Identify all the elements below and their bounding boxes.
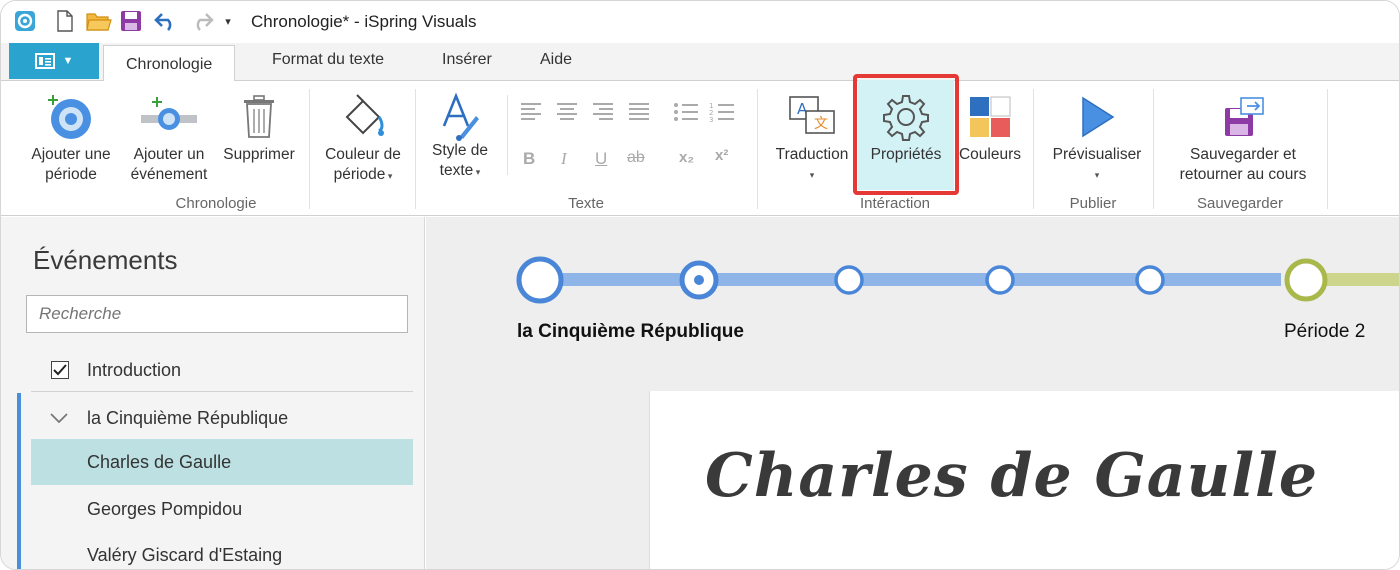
timeline-node-period-1[interactable]: [516, 256, 564, 304]
timeline-track: [516, 256, 1399, 304]
timeline-node-event[interactable]: [985, 265, 1015, 295]
timeline-node-event[interactable]: [834, 265, 864, 295]
list-item-group-cinquieme-republique[interactable]: la Cinquième République: [31, 395, 413, 441]
event-card-title: Charles de Gaulle: [705, 441, 1319, 511]
timeline-label-period-2: Période 2: [1284, 321, 1366, 342]
chevron-down-icon[interactable]: [49, 412, 69, 424]
timeline-node-event-selected[interactable]: [679, 260, 719, 300]
timeline-bar-period-1: [541, 273, 1281, 286]
timeline-node-period-2[interactable]: [1284, 258, 1328, 302]
list-item-georges-pompidou[interactable]: Georges Pompidou: [31, 486, 413, 532]
list-item-introduction[interactable]: Introduction: [31, 347, 413, 393]
app-window: ▾ Chronologie* - iSpring Visuals ▼ Chron…: [0, 0, 1400, 570]
group-accent-bar: [17, 393, 21, 569]
checkmark-icon: [53, 364, 67, 376]
list-divider: [31, 391, 413, 392]
list-item-valery-giscard[interactable]: Valéry Giscard d'Estaing: [31, 532, 413, 569]
timeline-label-period-1: la Cinquième République: [517, 321, 744, 342]
timeline-node-event[interactable]: [1135, 265, 1165, 295]
checkbox[interactable]: [51, 361, 69, 379]
list-item-charles-de-gaulle[interactable]: Charles de Gaulle: [31, 439, 413, 485]
